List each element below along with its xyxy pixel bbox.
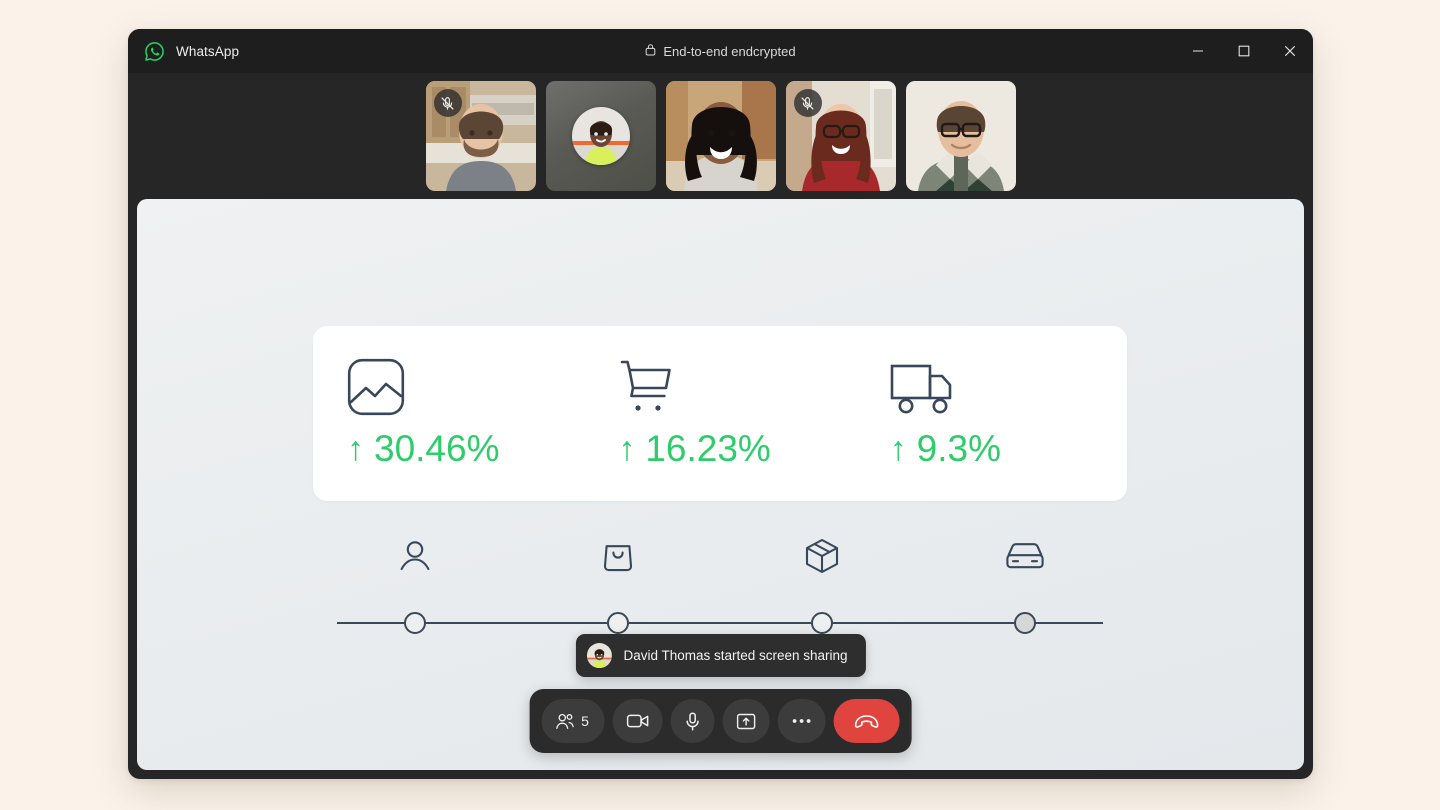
- shopping-cart-icon: [618, 360, 676, 416]
- metric-traffic: ↑ 30.46%: [313, 358, 584, 467]
- participant-tile-4[interactable]: [785, 81, 896, 191]
- toast-message: David Thomas started screen sharing: [623, 648, 848, 663]
- participant-tile-2[interactable]: [545, 81, 656, 191]
- share-screen-icon: [737, 713, 756, 730]
- app-title: WhatsApp: [176, 43, 240, 59]
- share-screen-button[interactable]: [722, 699, 770, 743]
- shopping-bag-icon: [517, 540, 721, 572]
- mic-off-icon: [433, 89, 462, 117]
- participant-tile-1[interactable]: [425, 81, 536, 191]
- image-chart-icon: [347, 358, 405, 416]
- tracker-step-2[interactable]: [607, 612, 630, 634]
- close-icon[interactable]: [1267, 29, 1313, 73]
- screenshare-toast: David Thomas started screen sharing: [575, 634, 866, 677]
- lock-icon: [645, 43, 656, 59]
- encryption-status: End-to-end endcrypted: [128, 29, 1313, 73]
- whatsapp-call-window: WhatsApp End-to-end endcrypted ↑ 30.46% …: [128, 29, 1313, 779]
- user-icon: [313, 540, 517, 572]
- tracker-step-4[interactable]: [1014, 612, 1037, 634]
- window-controls: [1175, 29, 1313, 73]
- metric-cart: ↑ 16.23%: [584, 360, 855, 467]
- camera-button[interactable]: [612, 699, 663, 743]
- participant-video-3: [665, 81, 776, 191]
- end-call-icon: [854, 714, 880, 728]
- metric-number: 16.23%: [645, 428, 771, 469]
- metric-number: 9.3%: [916, 428, 1001, 469]
- david-thomas-avatar: [586, 643, 612, 668]
- package-box-icon: [720, 538, 924, 574]
- participant-strip: [128, 73, 1313, 199]
- participant-avatar-2: [545, 81, 656, 191]
- metric-delivery: ↑ 9.3%: [856, 360, 1127, 467]
- car-icon: [924, 542, 1128, 570]
- participant-tile-3[interactable]: [665, 81, 776, 191]
- microphone-button[interactable]: [670, 699, 715, 743]
- trend-up-arrow-icon: ↑: [889, 429, 907, 468]
- title-bar: WhatsApp End-to-end endcrypted: [128, 29, 1313, 73]
- maximize-icon[interactable]: [1221, 29, 1267, 73]
- metric-number: 30.46%: [374, 428, 500, 469]
- trend-up-arrow-icon: ↑: [618, 429, 636, 468]
- encryption-label: End-to-end endcrypted: [663, 43, 796, 59]
- mic-off-icon: [793, 89, 822, 117]
- participant-video-5: [905, 81, 1016, 191]
- people-icon: [555, 713, 574, 730]
- delivery-truck-icon: [890, 360, 960, 416]
- order-progress-tracker: [313, 529, 1127, 639]
- microphone-icon: [685, 711, 701, 731]
- app-brand: WhatsApp: [128, 41, 239, 62]
- trend-up-arrow-icon: ↑: [347, 429, 364, 468]
- metric-value-cart: ↑ 16.23%: [618, 430, 771, 467]
- minimize-icon[interactable]: [1175, 29, 1221, 73]
- metric-value-delivery: ↑ 9.3%: [890, 430, 1001, 467]
- participants-button[interactable]: 5: [541, 699, 605, 743]
- video-camera-icon: [627, 713, 649, 729]
- shared-screen-area: ↑ 30.46% ↑ 16.23% ↑ 9.3% David Thomas st…: [137, 199, 1304, 770]
- metric-value-traffic: ↑ 30.46%: [347, 430, 500, 467]
- participant-count: 5: [581, 713, 589, 729]
- tracker-icon-row: [313, 529, 1127, 583]
- call-control-bar: 5: [529, 689, 912, 753]
- more-dots-icon: [792, 718, 812, 724]
- tracker-step-1[interactable]: [403, 612, 426, 634]
- participant-tile-5[interactable]: [905, 81, 1016, 191]
- metrics-card: ↑ 30.46% ↑ 16.23% ↑ 9.3%: [313, 326, 1127, 501]
- more-options-button[interactable]: [777, 699, 826, 743]
- whatsapp-logo-icon: [144, 41, 165, 62]
- tracker-step-3[interactable]: [810, 612, 833, 634]
- end-call-button[interactable]: [833, 699, 900, 743]
